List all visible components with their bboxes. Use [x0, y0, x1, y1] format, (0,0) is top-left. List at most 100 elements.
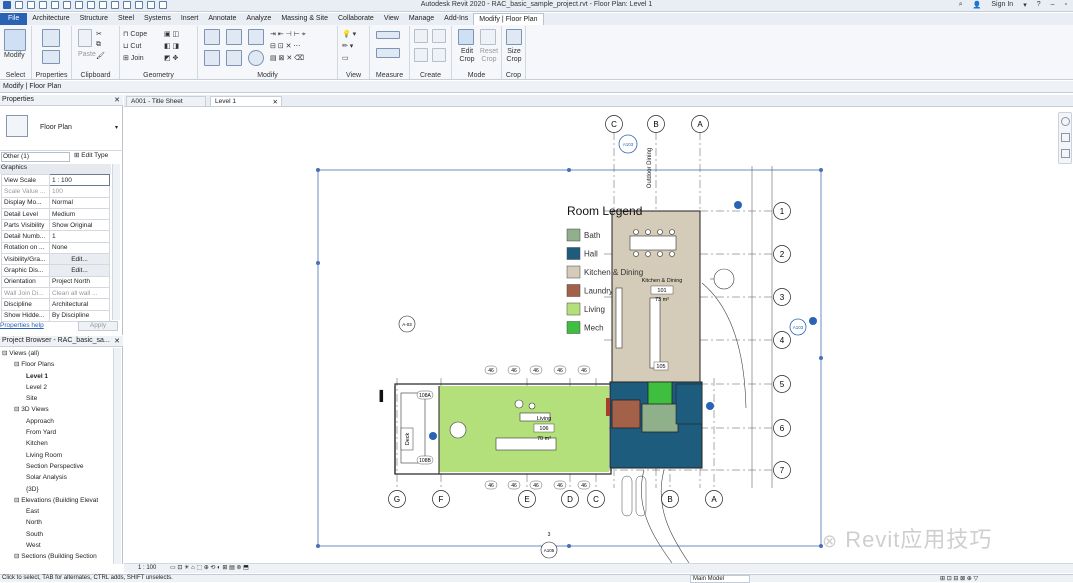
sign-in-link[interactable]: Sign In	[991, 1, 1013, 9]
select-label[interactable]: Select	[0, 72, 31, 79]
grid-head[interactable]: 6	[773, 419, 791, 437]
property-row[interactable]: Display Mo... Normal	[1, 196, 110, 209]
cope-button[interactable]: ⊓ Cope	[123, 30, 147, 38]
grid-head[interactable]: 7	[773, 461, 791, 479]
laundry-room[interactable]	[611, 399, 641, 429]
user-icon[interactable]: 👤	[973, 1, 982, 9]
cart-icon[interactable]: ▾	[1023, 1, 1027, 9]
crop-handle[interactable]	[567, 168, 571, 172]
property-row[interactable]: Discipline Architectural	[1, 298, 110, 311]
property-value[interactable]: Edit...	[49, 264, 110, 277]
copy-icon[interactable]: ⧉	[96, 41, 101, 49]
maximize-icon[interactable]: ▫	[1065, 1, 1067, 9]
window-tag[interactable]: 46	[553, 480, 567, 490]
bath-room[interactable]	[641, 403, 679, 433]
grid-head[interactable]: 5	[773, 375, 791, 393]
browser-item[interactable]: ⊟ Elevations (Building Elevat	[0, 495, 123, 506]
view-control-icons[interactable]: ▭ ⊡ ☀ ⌂ ⬚ ⊕ ⟲ ◐ ⊞ ▤ ⊚ ⬒	[170, 564, 249, 571]
measure-between-icon[interactable]	[376, 31, 400, 39]
zoom-extents-icon[interactable]	[1061, 149, 1070, 158]
legend-item[interactable]: Hall	[566, 247, 598, 260]
grid-head[interactable]: G	[388, 490, 406, 508]
browser-item[interactable]: ⊟ Views (all)	[0, 348, 123, 359]
match-type-icon[interactable]: 🖌	[96, 52, 105, 60]
split-face-icon[interactable]: ◧ ◨	[164, 42, 179, 50]
browser-scrollbar[interactable]	[113, 348, 121, 564]
selection-filter-icons[interactable]: ⊞ ⊡ ⊟ ⊠ ⊕ ▽	[940, 575, 978, 582]
property-value[interactable]: Medium	[49, 207, 110, 221]
steering-wheel-icon[interactable]	[1061, 117, 1070, 126]
zoom-icon[interactable]	[1061, 133, 1070, 142]
grid-head[interactable]: C	[587, 490, 605, 508]
create-similar-icon[interactable]	[432, 48, 446, 62]
property-row[interactable]: Orientation Project North	[1, 275, 110, 288]
geometry-tools-icon[interactable]: ▣ ◫	[164, 30, 179, 38]
create-parts-icon[interactable]	[432, 29, 446, 43]
navigation-bar[interactable]	[1058, 112, 1072, 164]
property-row[interactable]: Scale Value ... 100	[1, 185, 110, 198]
crop-handle[interactable]	[316, 168, 320, 172]
tab-insert[interactable]: Insert	[176, 13, 204, 25]
window-tag[interactable]: 46	[484, 480, 498, 490]
browser-item[interactable]: ⊟ 3D Views	[0, 404, 123, 415]
mirror-axis-icon[interactable]	[248, 29, 264, 45]
property-row[interactable]: Wall Join Di... Clean all wall ...	[1, 286, 110, 300]
browser-item[interactable]: Section Perspective	[0, 461, 123, 472]
window-tag[interactable]: 46	[577, 480, 591, 490]
elevation-marker-west[interactable]: A-03	[398, 315, 416, 333]
window-tag[interactable]: 46	[507, 365, 521, 375]
crop-handle[interactable]	[316, 544, 320, 548]
graphics-section-header[interactable]: Graphics	[0, 164, 111, 174]
crop-handle[interactable]	[567, 544, 571, 548]
offset-icon[interactable]	[226, 29, 242, 45]
property-value[interactable]: Project North	[49, 275, 110, 288]
close-icon[interactable]: ✕	[114, 337, 120, 345]
drawing-canvas[interactable]: Outdoor Dining Kitchen & Dining 101 73 m…	[124, 108, 1073, 564]
grid-head[interactable]: A	[691, 115, 709, 133]
view-scale[interactable]: 1 : 100	[138, 565, 156, 571]
grid-head[interactable]: B	[647, 115, 665, 133]
chevron-down-icon[interactable]: ▾	[115, 124, 118, 131]
browser-item[interactable]: West	[0, 540, 123, 551]
grid-head[interactable]: 1	[773, 202, 791, 220]
reset-crop-icon[interactable]	[480, 29, 496, 45]
properties-scrollbar[interactable]	[112, 164, 120, 320]
crop-handle[interactable]	[316, 261, 320, 265]
property-row[interactable]: Parts Visibility Show Original	[1, 219, 110, 232]
properties-icon[interactable]	[42, 29, 60, 47]
browser-item[interactable]: Level 1	[0, 371, 123, 382]
legend-item[interactable]: Mech	[566, 321, 604, 334]
browser-item[interactable]: North	[0, 517, 123, 528]
living-tag-name[interactable]: Living	[537, 416, 551, 422]
kitchen-tag-area[interactable]: 73 m²	[655, 297, 669, 303]
browser-item[interactable]: Level 2	[0, 382, 123, 393]
browser-item[interactable]: Solar Analysis	[0, 472, 123, 483]
legend-item[interactable]: Kitchen & Dining	[566, 265, 643, 279]
edit-type-button[interactable]: ⊞ Edit Type	[74, 151, 108, 159]
property-value[interactable]: Clean all wall ...	[49, 286, 110, 300]
create-assembly-icon[interactable]	[414, 29, 428, 43]
property-row[interactable]: Rotation on ... None	[1, 241, 110, 255]
mech-tag-number[interactable]: 105	[656, 364, 665, 370]
move-icon[interactable]	[204, 50, 220, 66]
property-value[interactable]: None	[49, 241, 110, 255]
tab-modify-floor-plan[interactable]: Modify | Floor Plan	[473, 13, 544, 25]
living-tag-area[interactable]: 70 m²	[537, 436, 551, 442]
tab-structure[interactable]: Structure	[75, 13, 113, 25]
property-value[interactable]: Architectural	[49, 298, 110, 311]
tab-view[interactable]: View	[379, 13, 404, 25]
living-tag-number[interactable]: 106	[539, 426, 548, 432]
window-tag[interactable]: 46	[529, 365, 543, 375]
property-value[interactable]: By Discipline	[49, 309, 110, 322]
grid-head[interactable]: 2	[773, 245, 791, 263]
property-value[interactable]: Edit...	[49, 253, 110, 266]
dimension-icon[interactable]	[376, 48, 400, 58]
grid-head[interactable]: 3	[773, 288, 791, 306]
close-icon[interactable]: ✕	[273, 98, 278, 106]
mech-room[interactable]	[647, 381, 673, 407]
crop-handle[interactable]	[819, 168, 823, 172]
legend-item[interactable]: Living	[566, 302, 605, 316]
array-icons[interactable]: ▤ ⊠ ✕ ⌫	[270, 54, 304, 62]
property-value[interactable]: Show Original	[49, 219, 110, 232]
edit-crop-icon[interactable]	[458, 29, 474, 45]
